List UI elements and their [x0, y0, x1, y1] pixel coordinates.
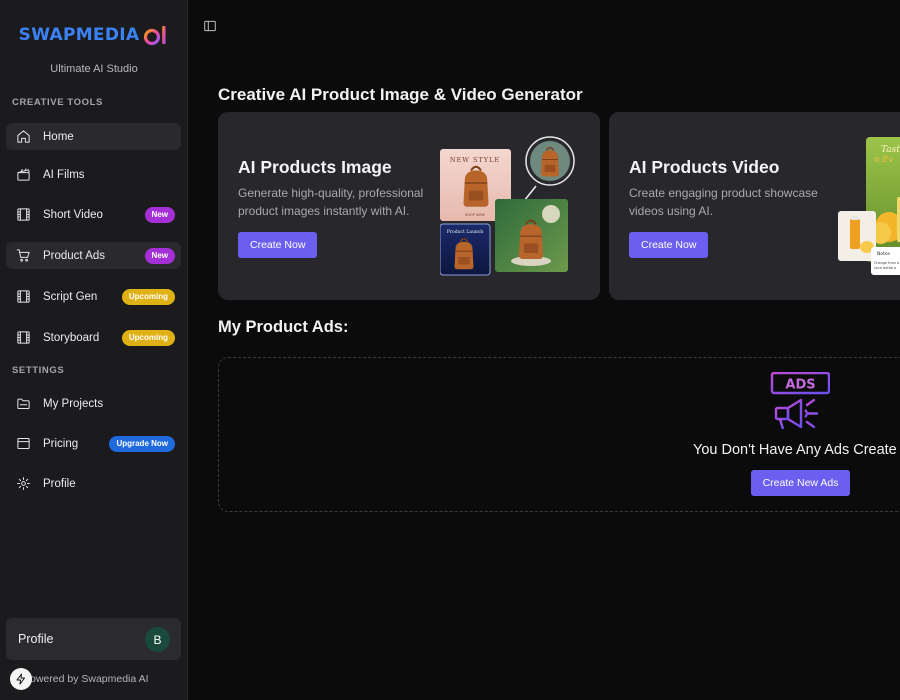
- sidebar-item-label: Script Gen: [43, 290, 98, 303]
- card-title: AI Products Video: [629, 157, 780, 177]
- brand-logo[interactable]: SWAPMEDIA: [0, 24, 188, 46]
- sidebar-item-my-projects[interactable]: My Projects: [6, 390, 181, 417]
- new-style-label: NEW STYLE: [450, 156, 500, 164]
- film-icon: [16, 330, 31, 345]
- cart-icon: [16, 248, 31, 263]
- product-image-collage: NEW STYLE SHOP NOW Product Launch: [440, 136, 575, 276]
- create-new-ads-button[interactable]: Create New Ads: [751, 470, 850, 496]
- sidebar-item-ai-films[interactable]: AI Films: [6, 161, 181, 188]
- product-launch-label: Product Launch: [447, 229, 483, 235]
- app-root: SWAPMEDIA Ultimate AI Studio CREATIVE TO…: [0, 0, 900, 700]
- clapperboard-icon: [16, 167, 31, 182]
- sidebar-item-label: Pricing: [43, 437, 79, 450]
- home-icon: [16, 129, 31, 144]
- card-description: Generate high-quality, professional prod…: [238, 186, 424, 218]
- card-title: AI Products Image: [238, 157, 392, 177]
- upgrade-now-badge[interactable]: Upgrade Now: [109, 435, 175, 452]
- new-badge: New: [144, 247, 175, 264]
- sidebar-item-label: My Projects: [43, 397, 104, 410]
- sidebar-item-short-video[interactable]: Short Video New: [6, 201, 181, 228]
- upcoming-badge: Upcoming: [121, 329, 175, 346]
- sidebar-item-pricing[interactable]: Pricing Upgrade Now: [6, 430, 181, 457]
- sidebar-toggle-icon: [204, 20, 216, 32]
- sidebar-item-label: Profile: [43, 477, 76, 490]
- card-description: Create engaging product showcase videos …: [629, 186, 818, 218]
- profile-card[interactable]: Profile B: [6, 618, 181, 660]
- card-icon: [16, 436, 31, 451]
- ads-megaphone-icon: ADS: [770, 372, 830, 430]
- film-icon: [16, 207, 31, 222]
- notes-line-2: juice bottle a: [873, 266, 896, 270]
- notes-line-1: Change from a: [874, 261, 899, 265]
- shop-now-label: SHOP NOW: [465, 213, 485, 217]
- powered-by-text: owered by Swapmedia AI: [30, 673, 149, 685]
- brand-tagline: Ultimate AI Studio: [50, 63, 138, 75]
- my-product-ads-title: My Product Ads:: [218, 318, 349, 336]
- avatar[interactable]: B: [145, 627, 170, 652]
- sidebar-item-label: Storyboard: [43, 331, 100, 344]
- juice-ad-label-2: n Ev: [874, 155, 893, 165]
- profile-label: Profile: [18, 632, 54, 646]
- brand-ai-mark-icon: [144, 26, 166, 46]
- sidebar-item-product-ads[interactable]: Product Ads New: [6, 242, 181, 269]
- bolt-icon: [10, 668, 32, 690]
- sidebar-item-profile[interactable]: Profile: [6, 470, 181, 497]
- upcoming-badge: Upcoming: [121, 288, 175, 305]
- sidebar-item-label: Home: [43, 130, 74, 143]
- sidebar-toggle-button[interactable]: [203, 19, 217, 33]
- folder-icon: [16, 396, 31, 411]
- section-title-settings: SETTINGS: [12, 365, 65, 376]
- new-badge: New: [144, 206, 175, 223]
- sidebar-item-script-gen[interactable]: Script Gen Upcoming: [6, 283, 181, 310]
- sidebar-item-home[interactable]: Home: [6, 123, 181, 150]
- product-video-collage: Tast n Ev Notes Change from a juice bott…: [838, 137, 900, 275]
- ai-products-video-card[interactable]: AI Products Video Create engaging produc…: [609, 112, 900, 300]
- ads-badge-text: ADS: [785, 378, 815, 393]
- sidebar-item-label: Product Ads: [43, 249, 106, 262]
- notes-label: Notes: [877, 251, 891, 257]
- empty-ads-message: You Don't Have Any Ads Create: [693, 442, 897, 458]
- gear-icon: [16, 476, 31, 491]
- sidebar-item-label: AI Films: [43, 168, 85, 181]
- sidebar-item-storyboard[interactable]: Storyboard Upcoming: [6, 324, 181, 351]
- create-now-button[interactable]: Create Now: [238, 232, 318, 258]
- film-icon: [16, 289, 31, 304]
- juice-ad-label-1: Tast: [881, 145, 900, 155]
- sidebar: SWAPMEDIA Ultimate AI Studio CREATIVE TO…: [0, 0, 188, 700]
- ai-products-image-card[interactable]: AI Products Image Generate high-quality,…: [218, 112, 600, 300]
- page-title: Creative AI Product Image & Video Genera…: [218, 85, 583, 104]
- sidebar-item-label: Short Video: [43, 208, 103, 221]
- section-title-creative-tools: CREATIVE TOOLS: [12, 97, 103, 108]
- create-now-button[interactable]: Create Now: [629, 232, 709, 258]
- brand-name: SWAPMEDIA: [18, 25, 140, 45]
- powered-by: owered by Swapmedia AI: [10, 668, 148, 690]
